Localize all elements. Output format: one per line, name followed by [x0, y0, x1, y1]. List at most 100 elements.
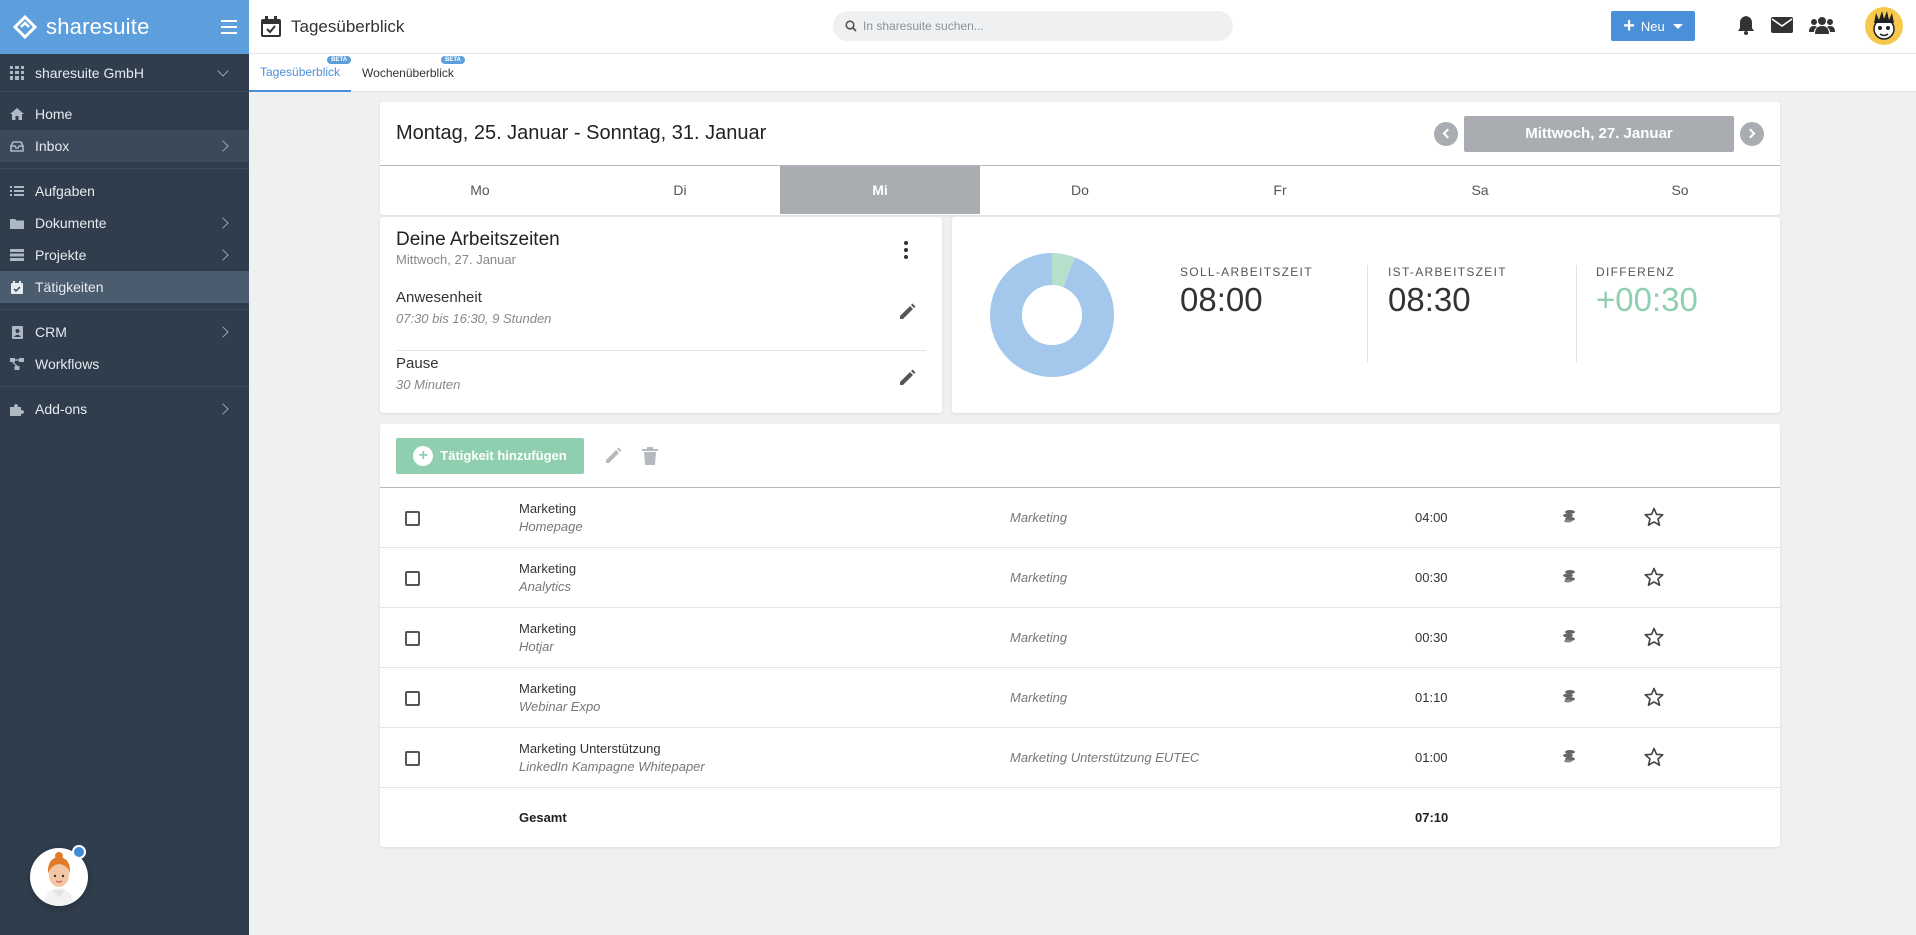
nav-group-main: Home Inbox: [0, 92, 249, 169]
view-tabs: Tagesüberblick BETA Wochenüberblick BETA: [249, 54, 1916, 92]
billable-coins-icon[interactable]: [1562, 569, 1576, 586]
calendar-check-icon: [10, 280, 24, 294]
favorite-star-icon[interactable]: [1644, 567, 1664, 590]
favorite-star-icon[interactable]: [1644, 627, 1664, 650]
sidebar-item-projekte[interactable]: Projekte: [0, 239, 249, 271]
activities-table: Marketing Homepage Marketing 04:00 Marketing…: [380, 488, 1780, 788]
more-options-icon[interactable]: [904, 241, 908, 259]
menu-toggle-icon[interactable]: [221, 20, 237, 34]
users-icon[interactable]: [1809, 16, 1835, 34]
activity-subtitle: Analytics: [519, 579, 572, 594]
trash-icon: [642, 446, 658, 465]
row-checkbox[interactable]: [405, 691, 420, 706]
table-row[interactable]: Marketing Unterstützung LinkedIn Kampagne…: [380, 728, 1780, 788]
table-row[interactable]: Marketing Homepage Marketing 04:00: [380, 488, 1780, 548]
day-tab-mo[interactable]: Mo: [380, 166, 580, 214]
nav-group-work: Aufgaben Dokumente Projekte Tätigkeiten: [0, 169, 249, 310]
chevron-right-icon: [217, 249, 229, 261]
workflow-icon: [10, 358, 24, 370]
sidebar-item-addons[interactable]: Add-ons: [0, 393, 249, 425]
sidebar-item-label: Projekte: [35, 247, 87, 263]
tab-tagesueberblick[interactable]: Tagesüberblick BETA: [249, 54, 352, 92]
previous-day-button[interactable]: [1434, 121, 1458, 146]
activity-category: Marketing: [1010, 570, 1068, 585]
favorite-star-icon[interactable]: [1644, 747, 1664, 770]
week-header: Montag, 25. Januar - Sonntag, 31. Januar…: [380, 102, 1780, 166]
billable-coins-icon[interactable]: [1562, 689, 1576, 706]
activity-title: Marketing Unterstützung: [519, 741, 661, 756]
sidebar-item-label: Aufgaben: [35, 183, 95, 199]
user-avatar-icon: [1873, 11, 1895, 40]
contacts-book-icon: [10, 325, 24, 339]
sharesuite-logo-icon[interactable]: [12, 14, 38, 40]
week-selector-card: Montag, 25. Januar - Sonntag, 31. Januar…: [380, 102, 1780, 215]
new-button-label: Neu: [1640, 18, 1665, 34]
day-tab-di[interactable]: Di: [580, 166, 780, 214]
projects-icon: [10, 249, 24, 261]
row-checkbox[interactable]: [405, 631, 420, 646]
edit-activity-button[interactable]: [604, 447, 622, 465]
chevron-right-icon: [217, 217, 229, 229]
day-tab-mi[interactable]: Mi: [780, 166, 980, 214]
nav-group-addons: Add-ons: [0, 387, 249, 431]
company-switcher[interactable]: sharesuite GmbH: [0, 54, 249, 92]
activity-title: Marketing: [519, 621, 577, 636]
search-input[interactable]: In sharesuite suchen...: [833, 11, 1233, 41]
attendance-time: 07:30 bis 16:30, 9 Stunden: [396, 311, 552, 326]
favorite-star-icon[interactable]: [1644, 507, 1664, 530]
sidebar-item-home[interactable]: Home: [0, 98, 249, 130]
row-checkbox[interactable]: [405, 511, 420, 526]
edit-pencil-icon[interactable]: [898, 303, 916, 321]
difference-value: +00:30: [1596, 281, 1698, 318]
tab-wochenueberblick[interactable]: Wochenüberblick BETA: [351, 54, 465, 92]
ist-stat: IST-ARBEITSZEIT 08:30: [1388, 265, 1507, 319]
tab-label: Tagesüberblick: [260, 65, 341, 79]
billable-coins-icon[interactable]: [1562, 629, 1576, 646]
soll-stat: SOLL-ARBEITSZEIT 08:00: [1180, 265, 1313, 319]
tasks-list-icon: [10, 185, 24, 197]
next-day-button[interactable]: [1740, 121, 1764, 146]
table-row[interactable]: Marketing Webinar Expo Marketing 01:10: [380, 668, 1780, 728]
sidebar-item-workflows[interactable]: Workflows: [0, 348, 249, 380]
ist-value: 08:30: [1388, 281, 1471, 318]
activity-subtitle: LinkedIn Kampagne Whitepaper: [519, 759, 705, 774]
day-tab-fr[interactable]: Fr: [1180, 166, 1380, 214]
sidebar-item-aufgaben[interactable]: Aufgaben: [0, 175, 249, 207]
day-tab-do[interactable]: Do: [980, 166, 1180, 214]
sidebar-item-dokumente[interactable]: Dokumente: [0, 207, 249, 239]
row-checkbox[interactable]: [405, 751, 420, 766]
selected-date-button[interactable]: Mittwoch, 27. Januar: [1464, 115, 1734, 152]
edit-pencil-icon: [606, 447, 622, 463]
table-row[interactable]: Marketing Hotjar Marketing 00:30: [380, 608, 1780, 668]
puzzle-icon: [10, 403, 24, 416]
bell-icon[interactable]: [1737, 15, 1755, 35]
delete-activity-button[interactable]: [642, 446, 658, 465]
user-avatar[interactable]: [1865, 7, 1903, 45]
brand-bar: sharesuite: [0, 0, 249, 54]
mail-icon[interactable]: [1771, 17, 1793, 33]
attendance-row: Anwesenheit 07:30 bis 16:30, 9 Stunden: [396, 289, 926, 351]
day-tab-so[interactable]: So: [1580, 166, 1780, 214]
top-icons: [1737, 15, 1835, 35]
sidebar-item-inbox[interactable]: Inbox: [0, 130, 249, 162]
row-checkbox[interactable]: [405, 571, 420, 586]
add-activity-button[interactable]: + Tätigkeit hinzufügen: [396, 437, 584, 474]
total-time: 07:10: [1415, 810, 1449, 825]
activity-subtitle: Hotjar: [519, 639, 554, 654]
time-stats-card: SOLL-ARBEITSZEIT 08:00 IST-ARBEITSZEIT 0…: [952, 217, 1780, 413]
edit-pencil-icon[interactable]: [898, 369, 916, 387]
chevron-down-icon: [217, 64, 229, 77]
billable-coins-icon[interactable]: [1562, 509, 1576, 526]
favorite-star-icon[interactable]: [1644, 687, 1664, 710]
table-row[interactable]: Marketing Analytics Marketing 00:30: [380, 548, 1780, 608]
day-tab-sa[interactable]: Sa: [1380, 166, 1580, 214]
search-icon: [845, 20, 857, 32]
sidebar-item-taetigkeiten[interactable]: Tätigkeiten: [0, 271, 249, 303]
billable-coins-icon[interactable]: [1562, 749, 1576, 766]
activity-time: 04:00: [1415, 510, 1448, 525]
sidebar-item-crm[interactable]: CRM: [0, 316, 249, 348]
activity-subtitle: Homepage: [519, 519, 583, 534]
stat-divider: [1576, 265, 1577, 363]
work-times-date: Mittwoch, 27. Januar: [396, 252, 516, 267]
new-button[interactable]: + Neu: [1611, 11, 1695, 41]
